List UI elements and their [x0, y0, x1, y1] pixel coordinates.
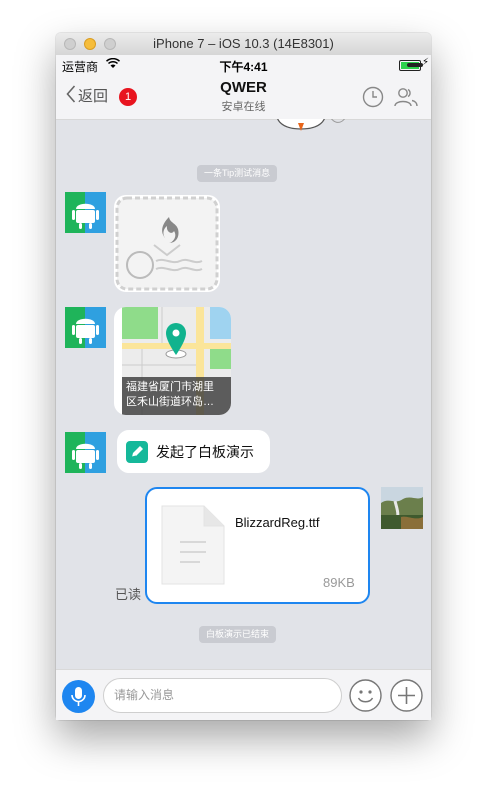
file-name: BlizzardReg.ttf: [235, 515, 320, 530]
whiteboard-message[interactable]: 发起了白板演示: [117, 430, 270, 473]
message-input[interactable]: 请输入消息: [103, 678, 342, 713]
user-avatar[interactable]: [381, 487, 423, 529]
document-icon: [160, 504, 226, 591]
system-tip: 一条Tip测试消息: [197, 165, 278, 182]
charging-bolt-icon: ⚡: [421, 57, 429, 68]
nav-bar: 返回 1 QWER 安卓在线: [56, 75, 431, 120]
file-message[interactable]: BlizzardReg.ttf 89KB: [145, 487, 370, 604]
status-bar: 运营商 下午4:41 ⚡: [56, 55, 431, 75]
emoji-icon[interactable]: [349, 679, 382, 712]
battery-icon: [399, 60, 423, 71]
whiteboard-text: 发起了白板演示: [156, 444, 254, 460]
envelope-burn-icon: [114, 195, 220, 292]
contacts-icon[interactable]: [393, 85, 418, 109]
window-titlebar: iPhone 7 – iOS 10.3 (14E8301): [56, 33, 431, 56]
sticker-image-partial: [271, 119, 351, 133]
location-address: 福建省厦门市湖里 区禾山街道环岛…: [122, 377, 231, 415]
burn-image-message[interactable]: [114, 195, 220, 292]
system-tip: 白板演示已结束: [199, 626, 277, 643]
read-receipt: 已读: [115, 587, 142, 602]
microphone-icon: [70, 686, 87, 712]
location-message[interactable]: 福建省厦门市湖里 区禾山街道环岛…: [114, 307, 231, 415]
pencil-icon: [125, 440, 149, 467]
simulator-window: iPhone 7 – iOS 10.3 (14E8301) 运营商 下午4:41…: [56, 33, 431, 720]
clock-time: 下午4:41: [219, 60, 268, 74]
window-title: iPhone 7 – iOS 10.3 (14E8301): [153, 36, 334, 51]
history-clock-icon[interactable]: [361, 85, 385, 109]
microphone-button[interactable]: [62, 680, 95, 713]
file-size: 89KB: [323, 575, 355, 590]
plus-icon[interactable]: [390, 679, 423, 712]
android-avatar-icon[interactable]: [65, 192, 106, 233]
android-avatar-icon[interactable]: [65, 307, 106, 348]
android-avatar-icon[interactable]: [65, 432, 106, 473]
input-bar: 请输入消息: [56, 669, 431, 720]
chat-message-list[interactable]: 一条Tip测试消息 福建省厦门市湖里 区禾山街道环岛… 发起了白板演示 已读 B…: [56, 119, 431, 669]
